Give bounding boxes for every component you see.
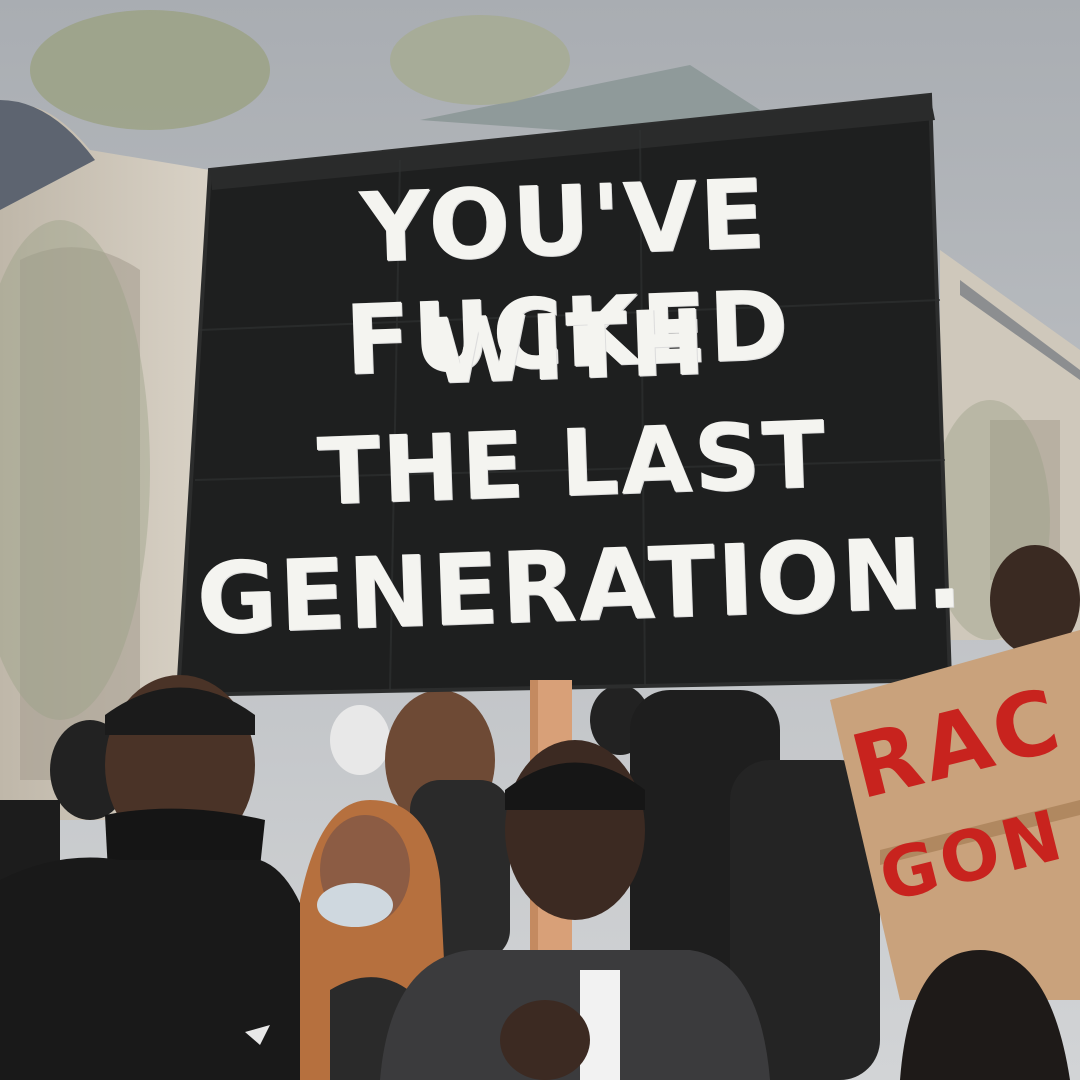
placard-line-4: GENERATION. [194, 516, 967, 658]
placard-text: YOU'VE FUCKED WITH THE LAST GENERATION. [180, 107, 967, 703]
placard-line-3: THE LAST [315, 401, 829, 526]
protest-photo: YOU'VE FUCKED WITH THE LAST GENERATION. … [0, 0, 1080, 1080]
hand [500, 1000, 590, 1080]
